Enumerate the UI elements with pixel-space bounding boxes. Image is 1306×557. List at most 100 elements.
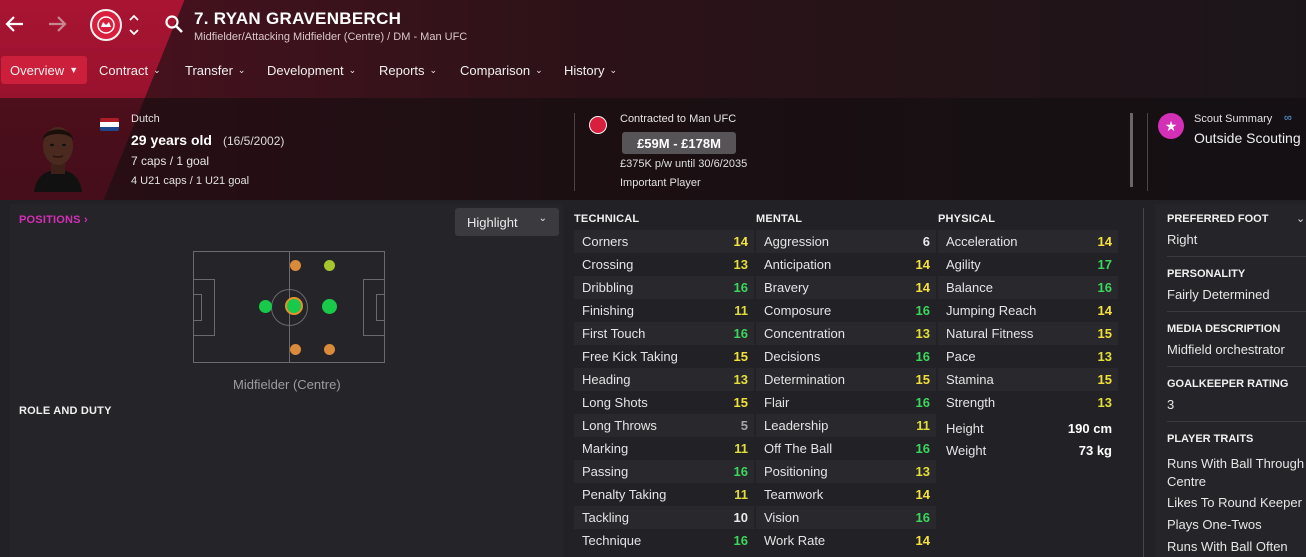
scout-star-icon[interactable]: ★ (1158, 113, 1184, 139)
tab-transfer[interactable]: Transfer ⌄ (176, 56, 254, 84)
trait-item[interactable]: Runs With Ball Often (1167, 539, 1288, 554)
attribute-row[interactable]: Decisions 16 (756, 345, 936, 368)
attribute-value: 15 (1097, 372, 1112, 387)
club-badge-small-icon[interactable] (589, 116, 607, 134)
height-row[interactable]: Height 190 cm (938, 417, 1118, 440)
nationality-flag-icon[interactable] (100, 118, 119, 131)
attribute-row[interactable]: Passing 16 (574, 460, 754, 483)
attribute-row[interactable]: Leadership 11 (756, 414, 936, 437)
attribute-row[interactable]: Vision 16 (756, 506, 936, 529)
highlight-dropdown[interactable]: Highlight ⌄ (455, 208, 559, 236)
attribute-row[interactable]: Teamwork 14 (756, 483, 936, 506)
scrollbar[interactable] (1130, 113, 1133, 187)
trait-item[interactable]: Likes To Round Keeper (1167, 495, 1302, 510)
tab-history[interactable]: History ⌄ (555, 56, 626, 84)
scout-summary-label: Scout Summary (1194, 113, 1273, 125)
attribute-row[interactable]: Work Rate 14 (756, 529, 936, 552)
chevron-down-icon[interactable]: ⌄ (1296, 212, 1305, 225)
tab-overview[interactable]: Overview ▼ (1, 56, 88, 84)
attribute-row[interactable]: Corners 14 (574, 230, 754, 253)
transfer-value-badge[interactable]: £59M - £178M (622, 132, 736, 154)
goalkeeper-rating-header: GOALKEEPER RATING (1167, 378, 1289, 390)
attribute-row[interactable]: First Touch 16 (574, 322, 754, 345)
attribute-row[interactable]: Anticipation 14 (756, 253, 936, 276)
chevron-down-icon: ⌄ (609, 64, 617, 75)
attribute-value: 16 (733, 464, 748, 479)
position-dot-amr[interactable] (324, 344, 335, 355)
attribute-value: 14 (915, 533, 930, 548)
club-badge-icon[interactable] (90, 9, 122, 41)
position-dot-mr[interactable] (290, 344, 301, 355)
attribute-row[interactable]: Agility 17 (938, 253, 1118, 276)
attribute-value: 16 (733, 326, 748, 341)
back-arrow-icon[interactable] (4, 12, 26, 36)
position-dot-dm[interactable] (259, 300, 272, 313)
attribute-row[interactable]: Heading 13 (574, 368, 754, 391)
attribute-row[interactable]: Pace 13 (938, 345, 1118, 368)
player-subtitle[interactable]: Midfielder/Attacking Midfielder (Centre)… (194, 31, 467, 43)
attribute-row[interactable]: Flair 16 (756, 391, 936, 414)
attribute-name: Vision (764, 510, 800, 525)
attribute-row[interactable]: Strength 13 (938, 391, 1118, 414)
attribute-value: 13 (733, 372, 748, 387)
media-description-header: MEDIA DESCRIPTION (1167, 323, 1281, 335)
binoculars-icon[interactable]: ∞ (1284, 112, 1292, 124)
nationality-label[interactable]: Dutch (131, 113, 160, 125)
tab-contract[interactable]: Contract ⌄ (90, 56, 170, 84)
contract-club-label[interactable]: Contracted to Man UFC (620, 113, 736, 125)
attribute-row[interactable]: Stamina 15 (938, 368, 1118, 391)
position-dot-amc[interactable] (322, 299, 337, 314)
attribute-row[interactable]: Crossing 13 (574, 253, 754, 276)
attribute-row[interactable]: Composure 16 (756, 299, 936, 322)
weight-row[interactable]: Weight 73 kg (938, 439, 1118, 462)
attribute-name: Teamwork (764, 487, 824, 502)
attribute-value: 11 (916, 418, 930, 433)
attribute-value: 14 (915, 257, 930, 272)
attribute-row[interactable]: Acceleration 14 (938, 230, 1118, 253)
attribute-name: Determination (764, 372, 845, 387)
attribute-row[interactable]: Concentration 13 (756, 322, 936, 345)
caps-label: 7 caps / 1 goal (131, 154, 210, 168)
attribute-row[interactable]: Positioning 13 (756, 460, 936, 483)
chevron-down-icon: ⌄ (237, 64, 246, 75)
player-profile-screen: { "nav": {"back_icon":"arrow-left-icon",… (0, 0, 1306, 557)
trait-item[interactable]: Runs With Ball Through Centre (1167, 455, 1306, 491)
position-dot-aml[interactable] (324, 260, 335, 271)
attribute-row[interactable]: Bravery 14 (756, 276, 936, 299)
attribute-row[interactable]: Tackling 10 (574, 506, 754, 529)
positions-header[interactable]: POSITIONS › (19, 214, 88, 226)
attribute-row[interactable]: Long Throws 5 (574, 414, 754, 437)
position-dot-mc[interactable] (285, 297, 303, 315)
scout-summary-value[interactable]: Outside Scouting (1194, 130, 1301, 146)
attribute-row[interactable]: Jumping Reach 14 (938, 299, 1118, 322)
attribute-row[interactable]: Natural Fitness 15 (938, 322, 1118, 345)
attribute-row[interactable]: Free Kick Taking 15 (574, 345, 754, 368)
attribute-row[interactable]: Aggression 6 (756, 230, 936, 253)
attribute-value: 15 (733, 395, 748, 410)
attribute-row[interactable]: Balance 16 (938, 276, 1118, 299)
switch-player-chevrons-icon[interactable] (127, 11, 141, 39)
profile-header (0, 0, 1306, 200)
forward-arrow-icon[interactable] (46, 12, 68, 36)
tab-reports[interactable]: Reports ⌄ (370, 56, 446, 84)
attribute-row[interactable]: Off The Ball 16 (756, 437, 936, 460)
attribute-row[interactable]: Dribbling 16 (574, 276, 754, 299)
trait-item[interactable]: Plays One-Twos (1167, 517, 1262, 532)
divider (1147, 113, 1148, 191)
attribute-name: Balance (946, 280, 993, 295)
attribute-row[interactable]: Long Shots 15 (574, 391, 754, 414)
attribute-row[interactable]: Technique 16 (574, 529, 754, 552)
attribute-row[interactable]: Finishing 11 (574, 299, 754, 322)
tab-comparison[interactable]: Comparison ⌄ (451, 56, 552, 84)
search-icon[interactable] (163, 13, 185, 35)
chevron-down-icon: ⌄ (538, 213, 547, 224)
attribute-row[interactable]: Determination 15 (756, 368, 936, 391)
wage-label: £375K p/w until 30/6/2035 (620, 158, 748, 170)
attribute-value: 16 (915, 349, 930, 364)
attribute-value: 15 (915, 372, 930, 387)
tab-development[interactable]: Development ⌄ (258, 56, 365, 84)
position-dot-ml[interactable] (290, 260, 301, 271)
player-avatar[interactable] (30, 114, 86, 192)
attribute-row[interactable]: Marking 11 (574, 437, 754, 460)
attribute-row[interactable]: Penalty Taking 11 (574, 483, 754, 506)
